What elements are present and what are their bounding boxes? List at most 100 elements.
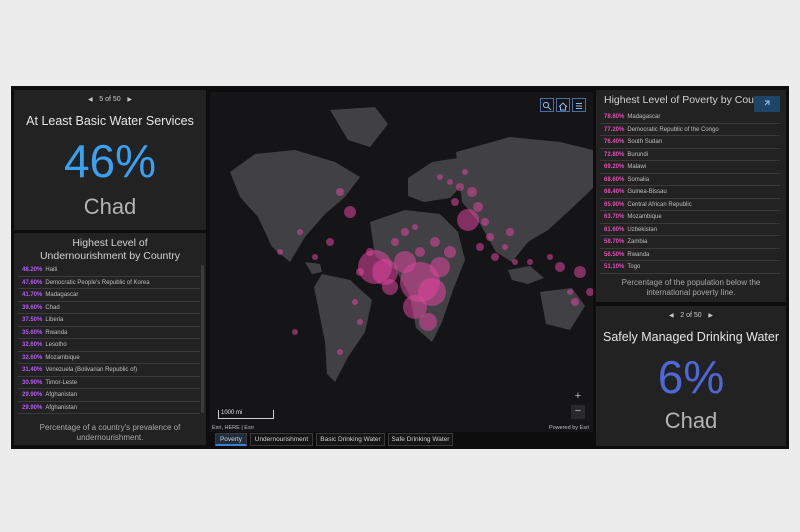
tab-basic-drinking-water[interactable]: Basic Drinking Water: [316, 433, 385, 446]
map-bubble[interactable]: [352, 299, 358, 305]
home-icon[interactable]: [556, 98, 570, 112]
list-item[interactable]: 68.60% Somalia: [600, 174, 780, 186]
map-bubble[interactable]: [555, 262, 565, 272]
map-bubble[interactable]: [277, 249, 283, 255]
map-bubble[interactable]: [444, 246, 456, 258]
undernourishment-list[interactable]: 48.20% Haiti 47.60% Democratic People's Rep…: [18, 264, 200, 414]
map-bubble[interactable]: [356, 268, 364, 276]
list-item[interactable]: 56.50% Rwanda: [600, 249, 780, 261]
zoom-in-button[interactable]: +: [571, 390, 585, 404]
map-bubble[interactable]: [312, 254, 318, 260]
list-item[interactable]: 37.50% Liberia: [18, 314, 200, 327]
tab-safe-drinking-water[interactable]: Safe Drinking Water: [388, 433, 453, 446]
map-bubble[interactable]: [292, 329, 298, 335]
list-item-value: 31.40%: [22, 367, 43, 373]
undernourishment-scrollbar[interactable]: [201, 265, 204, 413]
list-item[interactable]: 32.60% Mozambique: [18, 352, 200, 364]
list-item[interactable]: 35.60% Rwanda: [18, 327, 200, 339]
list-item[interactable]: 77.20% Democratic Republic of the Congo: [600, 124, 780, 136]
list-item[interactable]: 76.40% South Sudan: [600, 136, 780, 149]
map-bubble[interactable]: [481, 218, 489, 226]
map-bubble[interactable]: [512, 259, 518, 265]
map-bubble[interactable]: [451, 198, 459, 206]
list-item[interactable]: 29.90% Afghanistan: [18, 389, 200, 402]
poverty-list[interactable]: 78.80% Madagascar 77.20% Democratic Republi…: [600, 111, 780, 274]
list-item[interactable]: 30.90% Timor-Leste: [18, 377, 200, 389]
triangle-left-icon[interactable]: ◀: [664, 312, 678, 319]
list-item-country: Afghanistan: [45, 404, 78, 411]
list-item[interactable]: 58.70% Zambia: [600, 236, 780, 249]
map-bubble[interactable]: [412, 224, 418, 230]
map-bubble[interactable]: [567, 289, 573, 295]
map-bubble[interactable]: [430, 237, 440, 247]
map-bubble[interactable]: [366, 248, 374, 256]
map-bubble[interactable]: [571, 298, 579, 306]
map-bubble[interactable]: [401, 228, 409, 236]
map-bubble[interactable]: [344, 206, 356, 218]
list-item[interactable]: 61.60% Uzbekistan: [600, 224, 780, 236]
world-map[interactable]: 1000 mi Esri, HERE | Esri Powered by Esr…: [210, 92, 593, 432]
search-icon[interactable]: [540, 98, 554, 112]
map-bubble[interactable]: [457, 209, 479, 231]
triangle-left-icon[interactable]: ◀: [83, 96, 97, 103]
map-bubble[interactable]: [415, 247, 425, 257]
list-item-value: 37.50%: [22, 317, 43, 323]
map-bubble[interactable]: [491, 253, 499, 261]
list-item[interactable]: 47.60% Democratic People's Republic of Ko…: [18, 277, 200, 289]
map-bubble[interactable]: [462, 169, 468, 175]
poverty-title: Highest Level of Poverty by Country: [604, 94, 764, 106]
map-bubble[interactable]: [419, 313, 437, 331]
map-bubble[interactable]: [391, 238, 399, 246]
map-bubble[interactable]: [467, 187, 477, 197]
list-item-country: Mozambique: [627, 214, 662, 220]
map-bubble[interactable]: [326, 238, 334, 246]
map-bubble[interactable]: [506, 228, 514, 236]
list-item[interactable]: 32.60% Lesotho: [18, 339, 200, 352]
list-item[interactable]: 72.80% Burundi: [600, 149, 780, 161]
map-bubble[interactable]: [456, 183, 464, 191]
map-bubble[interactable]: [586, 288, 593, 296]
map-bubble[interactable]: [486, 233, 494, 241]
list-item[interactable]: 69.20% Malawi: [600, 161, 780, 174]
map-bubble[interactable]: [430, 257, 450, 277]
map-bubble[interactable]: [527, 259, 533, 265]
zoom-out-button[interactable]: −: [571, 405, 585, 419]
map-bubble[interactable]: [382, 279, 398, 295]
legend-list-icon[interactable]: [572, 98, 586, 112]
map-bubble[interactable]: [473, 202, 483, 212]
map-bubble[interactable]: [337, 349, 343, 355]
list-item-value: 58.70%: [604, 239, 625, 245]
powered-by-esri[interactable]: Powered by Esri: [549, 425, 589, 431]
list-item[interactable]: 68.40% Guinea-Bissau: [600, 186, 780, 199]
map-bubble[interactable]: [437, 174, 443, 180]
list-item-country: Mozambique: [45, 354, 80, 361]
map-bubble[interactable]: [357, 319, 363, 325]
list-item-value: 41.70%: [22, 292, 43, 298]
map-bubble[interactable]: [447, 179, 453, 185]
map-bubble[interactable]: [336, 188, 344, 196]
list-item-value: 65.90%: [604, 201, 625, 208]
list-item-country: Afghanistan: [45, 392, 78, 398]
list-item-country: Madagascar: [45, 292, 79, 298]
list-item[interactable]: 51.10% Togo: [600, 261, 780, 274]
triangle-right-icon[interactable]: ▶: [123, 96, 137, 103]
list-item[interactable]: 31.40% Venezuela (Bolivarian Republic of): [18, 364, 200, 377]
tab-poverty[interactable]: Poverty: [215, 433, 247, 446]
map-bubble[interactable]: [574, 266, 586, 278]
list-item[interactable]: 41.70% Madagascar: [18, 289, 200, 302]
tab-undernourishment[interactable]: Undernourishment: [250, 433, 313, 446]
expand-icon[interactable]: [754, 96, 780, 112]
map-bubble[interactable]: [297, 229, 303, 235]
list-item[interactable]: 63.70% Mozambique: [600, 211, 780, 224]
map-canvas[interactable]: [210, 92, 593, 432]
list-item[interactable]: 48.20% Haiti: [18, 264, 200, 277]
list-item[interactable]: 29.90% Afghanistan: [18, 402, 200, 414]
map-bubble[interactable]: [502, 244, 508, 250]
map-bubble[interactable]: [476, 243, 484, 251]
list-item[interactable]: 78.80% Madagascar: [600, 111, 780, 124]
map-bubble[interactable]: [547, 254, 553, 260]
list-item[interactable]: 39.60% Chad: [18, 302, 200, 314]
list-item-value: 51.10%: [604, 264, 625, 270]
triangle-right-icon[interactable]: ▶: [704, 312, 718, 319]
list-item[interactable]: 65.90% Central African Republic: [600, 199, 780, 211]
